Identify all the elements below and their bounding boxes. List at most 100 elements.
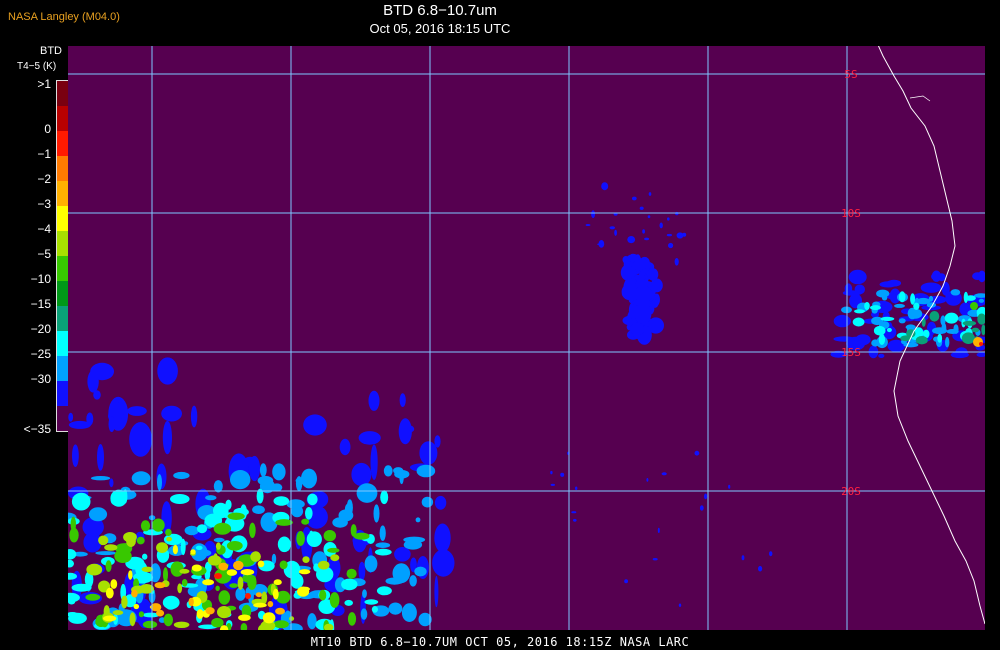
cloud-blob <box>624 579 628 584</box>
cloud-blob <box>652 558 658 561</box>
cloud-blob <box>560 472 565 477</box>
cloud-blob <box>657 527 660 533</box>
cloud-blob <box>913 302 920 310</box>
cloud-blob <box>218 562 229 571</box>
cloud-blob <box>931 270 942 282</box>
legend-label: −3 <box>37 197 51 211</box>
image-title: BTD 6.8−10.7um <box>383 2 497 19</box>
cloud-blob <box>91 476 111 481</box>
latitude-label: 15S <box>841 346 861 359</box>
cloud-blob <box>950 289 961 296</box>
cloud-blob <box>184 525 199 536</box>
cloud-blob <box>307 613 317 630</box>
cloud-blob <box>358 561 366 581</box>
cloud-blob <box>632 298 651 307</box>
cloud-blob <box>173 621 190 628</box>
legend-title: BTD <box>40 45 62 57</box>
cloud-blob <box>215 542 221 550</box>
cloud-blob <box>190 405 198 428</box>
cloud-blob <box>290 573 304 589</box>
legend-label: 0 <box>44 122 51 136</box>
legend-label: −4 <box>37 222 51 236</box>
cloud-blob <box>298 569 311 575</box>
cloud-blob <box>252 505 265 514</box>
cloud-blob <box>108 416 115 433</box>
cloud-blob <box>129 612 136 627</box>
cloud-blob <box>131 471 151 486</box>
cloud-blob <box>360 608 368 620</box>
cloud-blob <box>971 327 980 333</box>
cloud-blob <box>179 568 190 574</box>
cloud-blob <box>944 312 959 324</box>
cloud-blob <box>104 544 118 551</box>
cloud-blob <box>142 553 148 560</box>
latitude-label: 5S <box>844 68 857 81</box>
cloud-blob <box>339 438 351 456</box>
cloud-blob <box>416 464 436 478</box>
cloud-blob <box>162 420 172 455</box>
cloud-blob <box>303 414 327 436</box>
cloud-blob <box>129 422 152 457</box>
cloud-blob <box>307 493 318 506</box>
cloud-blob <box>173 471 190 480</box>
cloud-blob <box>651 299 659 308</box>
cloud-blob <box>213 537 225 543</box>
legend-label: −15 <box>30 297 51 311</box>
cloud-blob <box>623 277 636 300</box>
cloud-blob <box>970 302 978 310</box>
cloud-blob <box>237 576 244 590</box>
cloud-blob <box>648 192 652 196</box>
cloud-blob <box>962 320 977 326</box>
cloud-blob <box>242 574 256 583</box>
legend-label: >1 <box>37 77 51 91</box>
longitude-label: 5W <box>423 46 437 48</box>
cloud-blob <box>946 329 959 334</box>
cloud-blob <box>87 370 99 393</box>
cloud-blob <box>728 484 731 489</box>
cloud-blob <box>109 478 114 488</box>
cloud-blob <box>374 548 392 556</box>
cloud-blob <box>678 603 682 607</box>
cloud-blob <box>898 318 906 324</box>
cloud-blob <box>364 555 378 573</box>
footer-caption: MT10 BTD 6.8−10.7UM OCT 05, 2016 18:15Z … <box>310 635 690 649</box>
image-timestamp: Oct 05, 2016 18:15 UTC <box>369 21 511 36</box>
cloud-blob <box>358 431 381 445</box>
cloud-blob <box>432 549 455 577</box>
cloud-blob <box>375 542 391 548</box>
cloud-blob <box>165 528 172 536</box>
cloud-blob <box>305 507 313 520</box>
cloud-blob <box>833 314 851 328</box>
cloud-blob <box>434 495 447 510</box>
cloud-blob <box>409 575 417 587</box>
cloud-blob <box>98 535 109 546</box>
cloud-blob <box>319 589 327 601</box>
cloud-blob <box>218 590 231 605</box>
cloud-blob <box>196 609 204 619</box>
legend-label: −2 <box>37 172 51 186</box>
cloud-blob <box>88 507 108 522</box>
cloud-blob <box>353 532 370 540</box>
cloud-blob <box>327 547 340 553</box>
cloud-blob <box>85 593 101 601</box>
cloud-blob <box>262 612 276 624</box>
cloud-blob <box>238 614 251 621</box>
cloud-blob <box>646 478 649 482</box>
cloud-blob <box>394 469 410 479</box>
cloud-blob <box>346 568 357 579</box>
cloud-blob <box>141 566 154 572</box>
cloud-blob <box>215 585 220 591</box>
cloud-blob <box>302 556 310 563</box>
legend-label: −10 <box>30 272 51 286</box>
cloud-blob <box>370 444 378 481</box>
cloud-blob <box>419 441 438 465</box>
cloud-blob <box>117 399 125 419</box>
longitude-label: 10E <box>837 46 857 48</box>
cloud-blob <box>598 240 605 248</box>
longitude-label: 5E <box>701 46 714 48</box>
cloud-blob <box>330 554 340 562</box>
cloud-blob <box>255 592 262 598</box>
cloud-blob <box>245 593 251 599</box>
cloud-blob <box>622 256 630 264</box>
cloud-blob <box>249 522 256 538</box>
